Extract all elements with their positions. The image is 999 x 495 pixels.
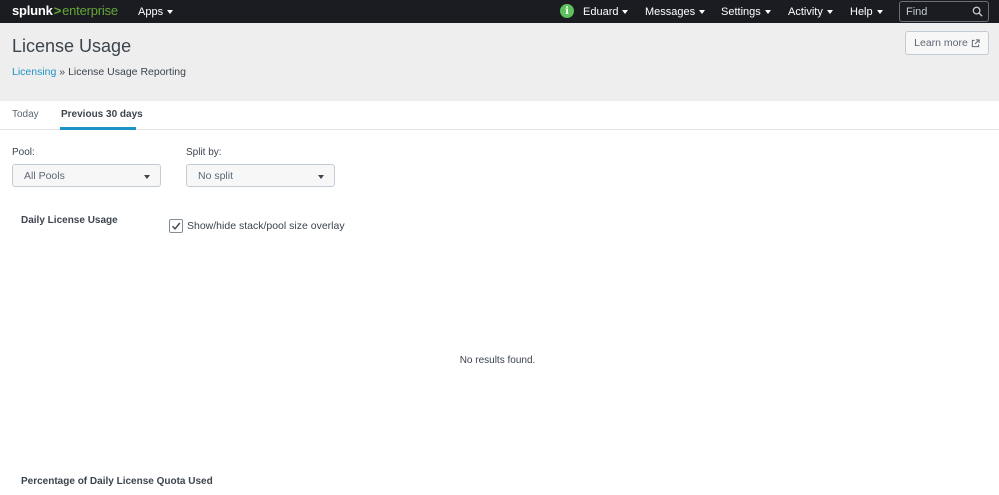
user-menu[interactable]: Eduard <box>583 0 629 23</box>
overlay-toggle[interactable]: Show/hide stack/pool size overlay <box>169 219 345 233</box>
page-title: License Usage <box>12 36 132 56</box>
quota-used-title: Percentage of Daily License Quota Used <box>21 476 213 487</box>
learn-more-button[interactable]: Learn more <box>905 31 989 55</box>
page-header: License Usage Licensing » License Usage … <box>0 23 999 101</box>
messages-menu-label: Messages <box>645 5 696 18</box>
activity-menu-label: Activity <box>788 5 823 18</box>
checkmark-icon <box>171 222 181 230</box>
apps-menu[interactable]: Apps <box>138 0 174 23</box>
activity-menu[interactable]: Activity <box>788 0 833 23</box>
find-box <box>899 1 989 22</box>
split-by-dropdown[interactable]: No split <box>186 164 335 187</box>
time-range-tabs: Today Previous 30 days <box>0 101 999 130</box>
active-tab-indicator <box>60 127 136 130</box>
logo-product: enterprise <box>62 3 118 18</box>
splunk-logo[interactable]: splunk > enterprise <box>12 3 118 18</box>
tab-previous-30-days[interactable]: Previous 30 days <box>61 109 143 120</box>
tab-today[interactable]: Today <box>12 109 39 120</box>
apps-menu-label: Apps <box>138 5 164 18</box>
breadcrumb: Licensing » License Usage Reporting <box>12 66 186 78</box>
split-by-label: Split by: <box>186 147 222 158</box>
search-icon[interactable] <box>972 6 983 17</box>
help-menu-label: Help <box>850 5 873 18</box>
chevron-down-icon <box>826 9 833 14</box>
chevron-down-icon <box>318 175 324 179</box>
learn-more-label: Learn more <box>914 37 968 49</box>
settings-menu-label: Settings <box>721 5 761 18</box>
breadcrumb-link-licensing[interactable]: Licensing <box>12 66 56 78</box>
no-results-message: No results found. <box>459 355 536 366</box>
overlay-checkbox-label: Show/hide stack/pool size overlay <box>187 220 345 232</box>
health-status-icon[interactable]: i <box>560 4 574 18</box>
settings-menu[interactable]: Settings <box>721 0 771 23</box>
chevron-down-icon <box>622 9 629 14</box>
user-menu-label: Eduard <box>583 5 619 18</box>
messages-menu[interactable]: Messages <box>645 0 706 23</box>
breadcrumb-separator: » <box>56 66 69 78</box>
logo-main: splunk <box>12 3 53 18</box>
pool-label: Pool: <box>12 147 35 158</box>
chevron-down-icon <box>699 9 706 14</box>
chevron-down-icon <box>876 9 883 14</box>
chevron-down-icon <box>764 9 771 14</box>
top-nav-bar: splunk > enterprise Apps i Eduard Messages… <box>0 0 999 23</box>
logo-separator: > <box>53 3 62 18</box>
chevron-down-icon <box>144 175 150 179</box>
daily-license-usage-title: Daily License Usage <box>21 215 118 226</box>
help-menu[interactable]: Help <box>850 0 883 23</box>
breadcrumb-current: License Usage Reporting <box>68 66 186 78</box>
overlay-checkbox[interactable] <box>169 219 183 233</box>
pool-dropdown-value: All Pools <box>24 169 65 182</box>
split-by-dropdown-value: No split <box>198 169 234 182</box>
chevron-down-icon <box>167 9 174 14</box>
find-input[interactable] <box>900 5 968 18</box>
external-link-icon <box>971 38 980 47</box>
pool-dropdown[interactable]: All Pools <box>12 164 161 187</box>
